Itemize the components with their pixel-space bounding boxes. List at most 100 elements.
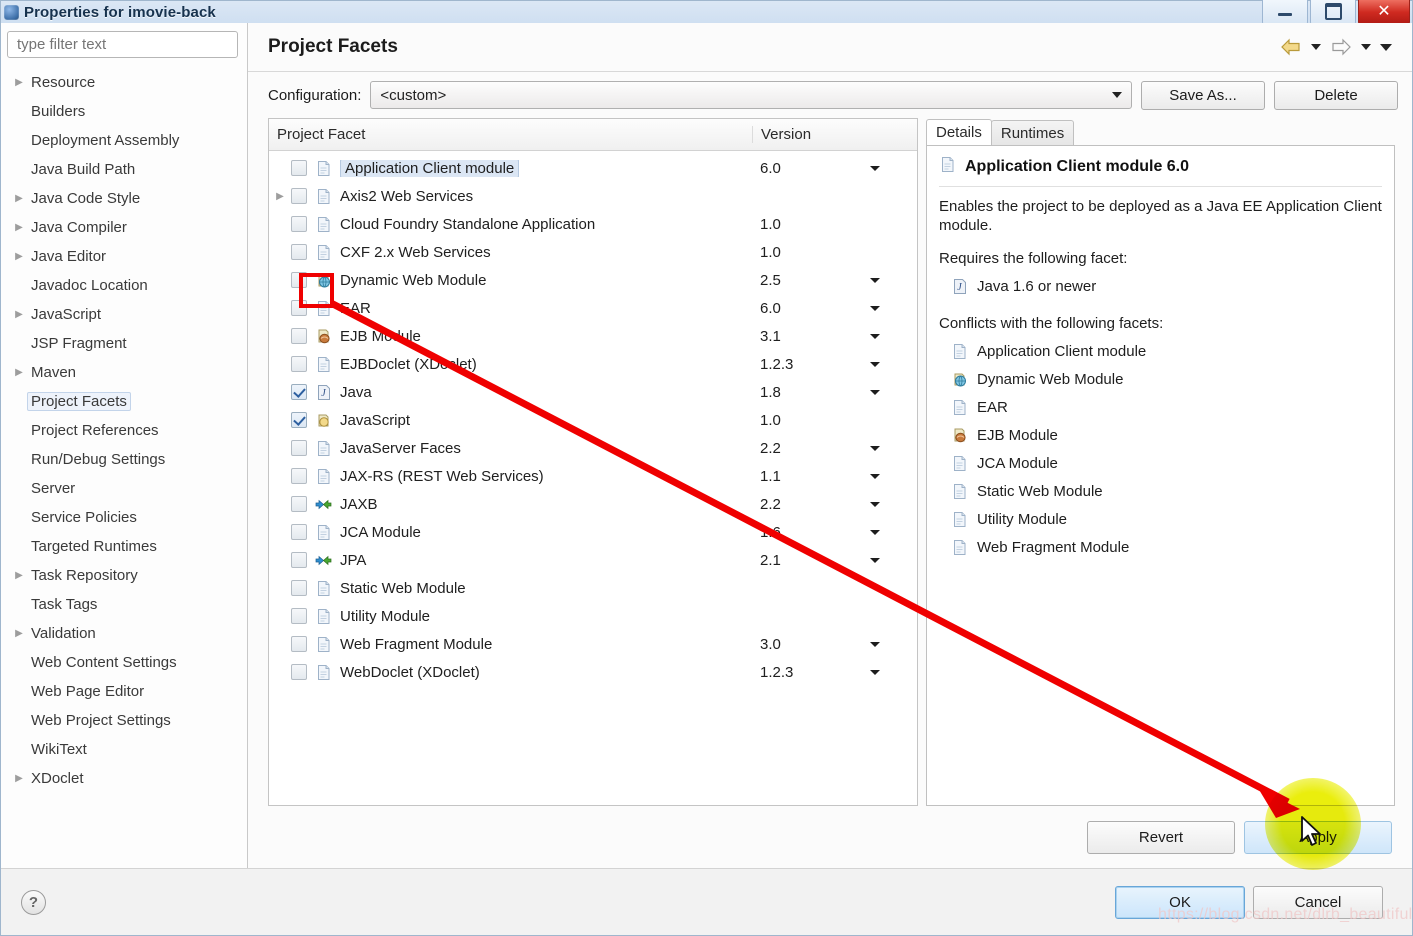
table-row[interactable]: ▶Application Client module6.0: [269, 154, 917, 182]
facet-checkbox[interactable]: [291, 636, 307, 652]
facet-version-chevron-down-icon[interactable]: [862, 389, 917, 395]
facet-checkbox[interactable]: [291, 272, 307, 288]
expand-chevron-right-icon[interactable]: ▶: [11, 367, 27, 378]
back-chevron-down-icon[interactable]: [1311, 44, 1321, 50]
expand-chevron-right-icon[interactable]: ▶: [269, 191, 291, 202]
facet-checkbox[interactable]: [291, 468, 307, 484]
sidebar-item-maven[interactable]: ▶ Maven: [1, 358, 247, 387]
table-row[interactable]: ▶WebDoclet (XDoclet)1.2.3: [269, 658, 917, 686]
table-row[interactable]: ▶Static Web Module: [269, 574, 917, 602]
view-menu-chevron-down-icon[interactable]: [1380, 43, 1392, 51]
table-row[interactable]: ▶Web Fragment Module3.0: [269, 630, 917, 658]
expand-chevron-right-icon[interactable]: ▶: [11, 773, 27, 784]
sidebar-item-server[interactable]: ▶Server: [1, 474, 247, 503]
expand-chevron-right-icon[interactable]: ▶: [11, 309, 27, 320]
sidebar-item-targeted-runtimes[interactable]: ▶Targeted Runtimes: [1, 532, 247, 561]
sidebar-item-javascript[interactable]: ▶ JavaScript: [1, 300, 247, 329]
table-row[interactable]: ▶JAX-RS (REST Web Services)1.1: [269, 462, 917, 490]
facet-version-chevron-down-icon[interactable]: [862, 361, 917, 367]
sidebar-item-java-editor[interactable]: ▶ Java Editor: [1, 242, 247, 271]
delete-button[interactable]: Delete: [1274, 80, 1398, 110]
facet-version-chevron-down-icon[interactable]: [862, 165, 917, 171]
table-row[interactable]: ▶Utility Module: [269, 602, 917, 630]
sidebar-item-run-debug-settings[interactable]: ▶Run/Debug Settings: [1, 445, 247, 474]
facet-checkbox[interactable]: [291, 552, 307, 568]
table-row[interactable]: ▶JavaServer Faces2.2: [269, 434, 917, 462]
facet-checkbox[interactable]: [291, 608, 307, 624]
sidebar-item-web-content-settings[interactable]: ▶Web Content Settings: [1, 648, 247, 677]
facet-checkbox[interactable]: [291, 244, 307, 260]
expand-chevron-right-icon[interactable]: ▶: [11, 251, 27, 262]
minimize-button[interactable]: [1262, 0, 1308, 25]
table-row[interactable]: ▶Dynamic Web Module2.5: [269, 266, 917, 294]
table-row[interactable]: ▶JAXB2.2: [269, 490, 917, 518]
facet-version-chevron-down-icon[interactable]: [862, 305, 917, 311]
facet-version-chevron-down-icon[interactable]: [862, 529, 917, 535]
facet-checkbox[interactable]: [291, 440, 307, 456]
sidebar-item-builders[interactable]: ▶Builders: [1, 97, 247, 126]
expand-chevron-right-icon[interactable]: ▶: [11, 222, 27, 233]
sidebar-item-java-compiler[interactable]: ▶ Java Compiler: [1, 213, 247, 242]
facet-checkbox[interactable]: [291, 160, 307, 176]
facet-checkbox[interactable]: [291, 384, 307, 400]
sidebar-item-javadoc-location[interactable]: ▶Javadoc Location: [1, 271, 247, 300]
expand-chevron-right-icon[interactable]: ▶: [11, 77, 27, 88]
configuration-chevron-down-icon[interactable]: [1107, 92, 1127, 98]
facet-version-chevron-down-icon[interactable]: [862, 557, 917, 563]
tab-details[interactable]: Details: [926, 119, 992, 145]
sidebar-item-web-page-editor[interactable]: ▶Web Page Editor: [1, 677, 247, 706]
facet-checkbox[interactable]: [291, 580, 307, 596]
table-row[interactable]: ▶ Axis2 Web Services: [269, 182, 917, 210]
filter-input[interactable]: [15, 35, 230, 54]
facet-checkbox[interactable]: [291, 188, 307, 204]
close-button[interactable]: ✕: [1358, 0, 1410, 25]
sidebar-item-task-tags[interactable]: ▶Task Tags: [1, 590, 247, 619]
table-row[interactable]: ▶JavaScript1.0: [269, 406, 917, 434]
sidebar-item-project-facets[interactable]: ▶Project Facets: [1, 387, 247, 416]
facet-checkbox[interactable]: [291, 524, 307, 540]
filter-field[interactable]: [7, 31, 238, 58]
maximize-button[interactable]: [1310, 0, 1356, 25]
help-button[interactable]: ?: [21, 889, 46, 915]
forward-arrow-icon[interactable]: [1330, 38, 1352, 56]
facet-checkbox[interactable]: [291, 664, 307, 680]
table-row[interactable]: ▶CXF 2.x Web Services1.0: [269, 238, 917, 266]
facet-checkbox[interactable]: [291, 328, 307, 344]
cancel-button[interactable]: Cancel: [1253, 885, 1383, 919]
table-row[interactable]: ▶EJB Module3.1: [269, 322, 917, 350]
facet-version-chevron-down-icon[interactable]: [862, 277, 917, 283]
facet-checkbox[interactable]: [291, 496, 307, 512]
sidebar-item-java-code-style[interactable]: ▶ Java Code Style: [1, 184, 247, 213]
facet-version-chevron-down-icon[interactable]: [862, 501, 917, 507]
sidebar-item-project-references[interactable]: ▶Project References: [1, 416, 247, 445]
table-row[interactable]: ▶JCA Module1.6: [269, 518, 917, 546]
facet-checkbox[interactable]: [291, 300, 307, 316]
facet-version-chevron-down-icon[interactable]: [862, 473, 917, 479]
table-row[interactable]: ▶EJBDoclet (XDoclet)1.2.3: [269, 350, 917, 378]
sidebar-item-deployment-assembly[interactable]: ▶Deployment Assembly: [1, 126, 247, 155]
sidebar-item-wikitext[interactable]: ▶WikiText: [1, 735, 247, 764]
sidebar-item-resource[interactable]: ▶ Resource: [1, 68, 247, 97]
sidebar-item-task-repository[interactable]: ▶ Task Repository: [1, 561, 247, 590]
tab-runtimes[interactable]: Runtimes: [990, 120, 1075, 145]
sidebar-item-jsp-fragment[interactable]: ▶JSP Fragment: [1, 329, 247, 358]
sidebar-item-service-policies[interactable]: ▶Service Policies: [1, 503, 247, 532]
forward-chevron-down-icon[interactable]: [1361, 44, 1371, 50]
expand-chevron-right-icon[interactable]: ▶: [11, 193, 27, 204]
table-row[interactable]: ▶JPA2.1: [269, 546, 917, 574]
table-row[interactable]: ▶Cloud Foundry Standalone Application1.0: [269, 210, 917, 238]
facet-version-chevron-down-icon[interactable]: [862, 445, 917, 451]
sidebar-item-java-build-path[interactable]: ▶Java Build Path: [1, 155, 247, 184]
table-row[interactable]: ▶EAR6.0: [269, 294, 917, 322]
table-row[interactable]: ▶JJava1.8: [269, 378, 917, 406]
revert-button[interactable]: Revert: [1087, 820, 1235, 854]
facet-checkbox[interactable]: [291, 216, 307, 232]
save-as-button[interactable]: Save As...: [1141, 80, 1265, 110]
sidebar-item-validation[interactable]: ▶ Validation: [1, 619, 247, 648]
ok-button[interactable]: OK: [1115, 885, 1245, 919]
facet-version-chevron-down-icon[interactable]: [862, 669, 917, 675]
facet-version-chevron-down-icon[interactable]: [862, 333, 917, 339]
apply-button[interactable]: Apply: [1244, 820, 1392, 854]
facet-checkbox[interactable]: [291, 412, 307, 428]
configuration-select[interactable]: <custom>: [370, 81, 1132, 109]
